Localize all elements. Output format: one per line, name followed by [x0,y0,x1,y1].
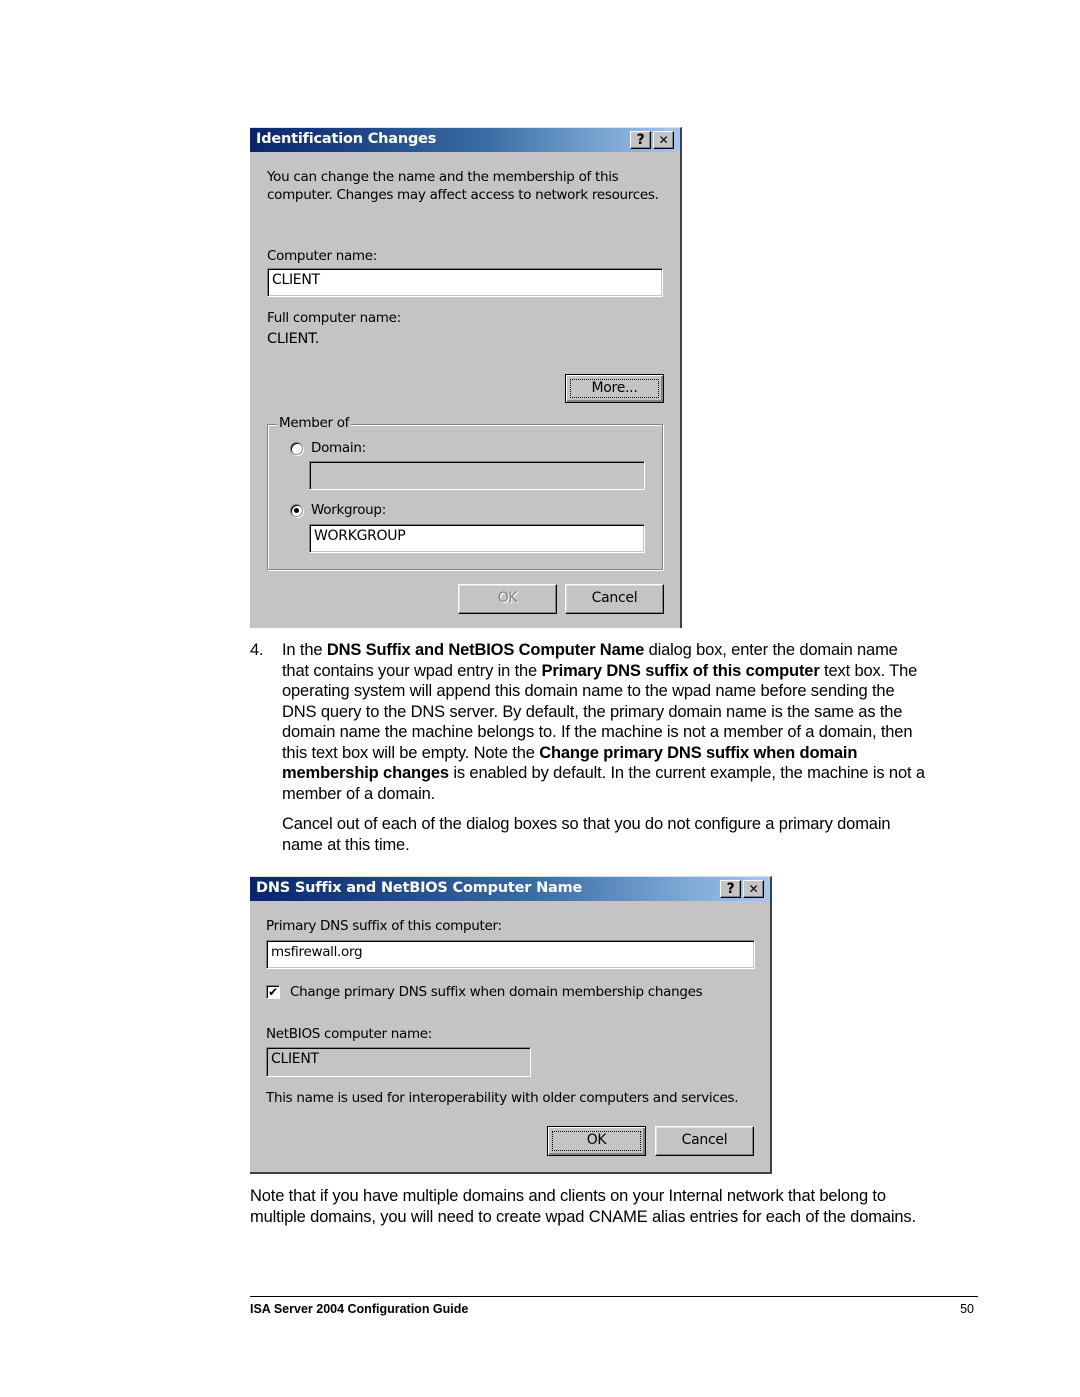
dialog-titlebar: DNS Suffix and NetBIOS Computer Name [250,877,770,901]
closing-note-line2: multiple domains, you will need to creat… [250,1208,916,1226]
computer-name-label: Computer name: [267,248,378,264]
ok-button-label: OK [586,1132,607,1148]
step4-line: membership changes is enabled by default… [282,763,925,784]
step4-line: domain name the machine belongs to. If t… [282,722,913,743]
step-number: 4. [250,641,264,659]
dns-suffix-label: Primary DNS suffix of this computer: [266,918,502,934]
dialog-title: DNS Suffix and NetBIOS Computer Name [256,880,583,896]
page-number: 50 [960,1302,974,1316]
text-run: In the [282,641,327,659]
footer-title: ISA Server 2004 Configuration Guide [250,1302,469,1316]
ok-button[interactable]: OK [547,1126,646,1156]
workgroup-radio[interactable] [290,504,303,517]
bold-term: Change primary DNS suffix when domain [539,743,858,762]
cancel-note-line2: name at this time. [282,836,410,854]
text-run: domain name the machine belongs to. If t… [282,723,913,741]
text-run: DNS query to the DNS server. By default,… [282,702,903,721]
workgroup-label: Workgroup: [311,502,386,518]
bold-term: DNS Suffix and NetBIOS Computer Name [326,641,645,659]
member-of-label: Member of [277,415,352,431]
text-run: operating system will append this domain… [282,682,895,700]
cancel-button[interactable]: Cancel [565,584,664,614]
step4-line: In the DNS Suffix and NetBIOS Computer N… [282,640,898,661]
more-button-label: More... [591,380,638,396]
dns-suffix-input[interactable]: msfirewall.org [266,940,755,969]
bold-term: membership changes [282,764,449,782]
intro-text-line1: You can change the name and the membersh… [267,169,619,185]
step4-line: this text box will be empty. Note the Ch… [282,743,857,764]
computer-name-input[interactable]: CLIENT [267,268,663,297]
identification-changes-dialog: Identification Changes ? ✕ You can chang… [250,127,682,628]
dns-suffix-dialog: DNS Suffix and NetBIOS Computer Name ? ✕… [250,876,772,1174]
dialog-title: Identification Changes [256,131,437,147]
domain-input[interactable] [309,461,645,490]
change-suffix-checkbox[interactable]: ✔ [266,985,280,999]
footer-rule [250,1296,978,1297]
step4-line: that contains your wpad entry in the Pri… [282,661,917,682]
help-icon[interactable]: ? [720,880,741,898]
full-computer-name-value: CLIENT. [267,331,320,347]
more-button[interactable]: More... [565,374,664,403]
full-computer-name-label: Full computer name: [267,310,401,326]
text-run: text box. The [819,661,918,680]
cancel-note-line1: Cancel out of each of the dialog boxes s… [282,815,891,833]
bold-term: Primary DNS suffix of this computer [541,661,820,680]
interop-note: This name is used for interoperability w… [266,1090,739,1106]
help-icon[interactable]: ? [630,131,651,149]
text-run: member of a domain. [282,784,436,803]
text-run: dialog box, enter the domain name [644,641,898,659]
domain-radio[interactable] [290,442,303,455]
cancel-button[interactable]: Cancel [655,1126,754,1156]
step4-line: operating system will append this domain… [282,681,895,702]
workgroup-input[interactable]: WORKGROUP [309,524,645,553]
intro-text-line2: computer. Changes may affect access to n… [267,187,659,203]
ok-button[interactable]: OK [458,584,557,614]
netbios-label: NetBIOS computer name: [266,1026,433,1042]
text-run: that contains your wpad entry in the [282,661,542,680]
step4-line: member of a domain. [282,784,435,805]
netbios-input: CLIENT [266,1047,531,1077]
close-icon[interactable]: ✕ [743,880,764,898]
dialog-titlebar: Identification Changes [250,128,680,152]
step4-line: DNS query to the DNS server. By default,… [282,702,902,723]
text-run: is enabled by default. In the current ex… [448,764,925,782]
closing-note-line1: Note that if you have multiple domains a… [250,1187,886,1205]
domain-label: Domain: [311,440,366,456]
close-icon[interactable]: ✕ [653,131,674,149]
change-suffix-label: Change primary DNS suffix when domain me… [290,984,703,1000]
text-run: this text box will be empty. Note the [282,743,540,762]
